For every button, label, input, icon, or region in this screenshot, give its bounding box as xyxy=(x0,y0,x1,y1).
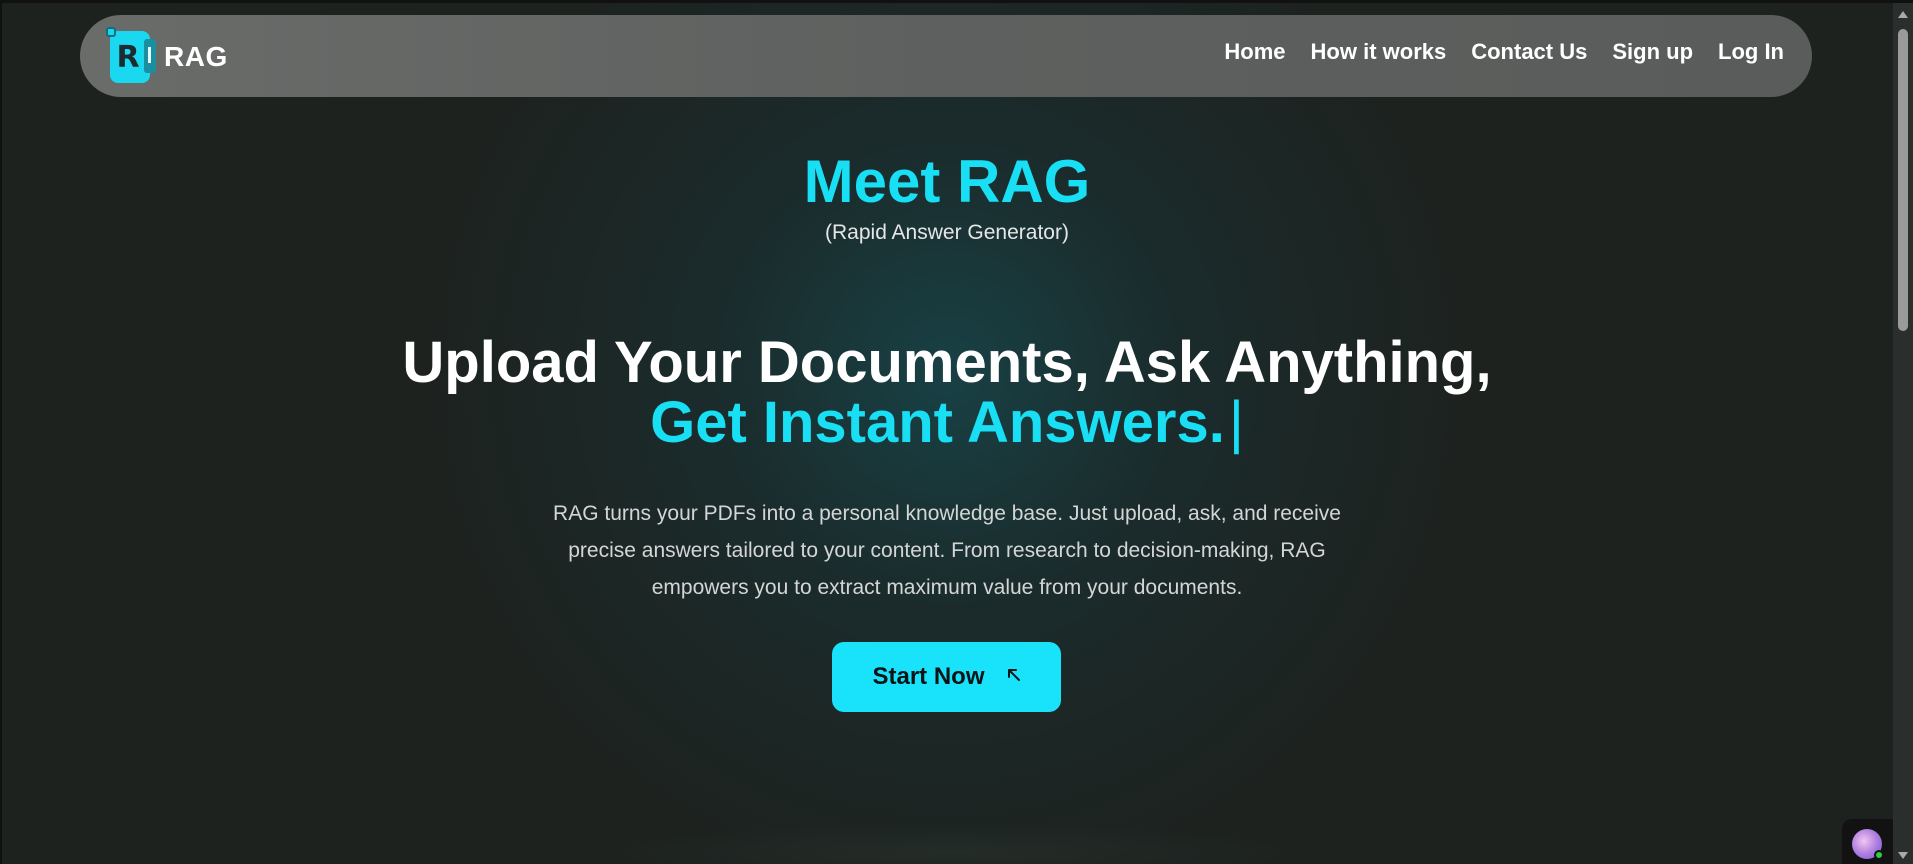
logo-letter: R xyxy=(116,39,140,75)
arrow-up-left-icon xyxy=(1007,667,1021,687)
typing-caret: | xyxy=(1228,390,1244,455)
assistant-launcher[interactable] xyxy=(1842,819,1894,864)
brand-logo[interactable]: R RAG xyxy=(106,27,228,83)
online-status-icon xyxy=(1874,850,1884,860)
nav-sign-up[interactable]: Sign up xyxy=(1612,39,1693,65)
description-line: RAG turns your PDFs into a personal know… xyxy=(553,502,1341,525)
top-navbar: R RAG Home How it works Contact Us Sign … xyxy=(80,15,1812,97)
nav-contact-us[interactable]: Contact Us xyxy=(1471,39,1587,65)
headline-line1: Upload Your Documents, Ask Anything, xyxy=(402,330,1492,395)
nav-home[interactable]: Home xyxy=(1224,39,1285,65)
avatar xyxy=(1852,829,1884,860)
nav-log-in[interactable]: Log In xyxy=(1718,39,1784,65)
scrollbar-thumb[interactable] xyxy=(1898,29,1908,331)
logo-corner xyxy=(106,27,116,37)
description-line: empowers you to extract maximum value fr… xyxy=(651,576,1243,599)
hero-title: Meet RAG xyxy=(803,148,1091,215)
headline: Upload Your Documents, Ask Anything, Get… xyxy=(2,333,1892,453)
brand-name: RAG xyxy=(164,41,228,72)
hero-subtitle: (Rapid Answer Generator) xyxy=(825,221,1069,244)
logo-icon: R xyxy=(106,27,156,83)
logo-strip xyxy=(144,39,156,73)
vertical-scrollbar[interactable] xyxy=(1893,3,1913,864)
hero-description: RAG turns your PDFs into a personal know… xyxy=(2,495,1892,606)
nav-how-it-works[interactable]: How it works xyxy=(1311,39,1447,65)
headline-line2: Get Instant Answers. xyxy=(650,390,1225,455)
page: R RAG Home How it works Contact Us Sign … xyxy=(0,0,1913,864)
scroll-down-icon[interactable] xyxy=(1898,852,1908,859)
scroll-up-icon[interactable] xyxy=(1898,11,1908,18)
arrow-svg xyxy=(1007,669,1020,681)
nav-links: Home How it works Contact Us Sign up Log… xyxy=(1199,39,1784,65)
start-now-button[interactable]: Start Now xyxy=(832,642,1061,712)
start-now-label: Start Now xyxy=(872,663,985,690)
background-glow xyxy=(602,823,1302,864)
description-line: precise answers tailored to your content… xyxy=(568,539,1326,562)
